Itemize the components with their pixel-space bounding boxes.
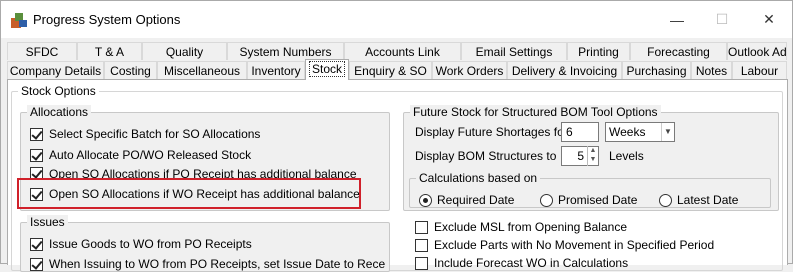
- tab-labour[interactable]: Labour: [732, 61, 787, 79]
- chevron-down-icon: ▼: [661, 123, 674, 141]
- tab-inventory[interactable]: Inventory: [247, 61, 305, 79]
- bom-structures-label: Display BOM Structures to: [415, 149, 557, 163]
- app-icon: [10, 11, 28, 29]
- system-options-window: Progress System Options — ☐ ✕ SFDC T & A…: [0, 0, 793, 272]
- issues-title: Issues: [27, 215, 68, 229]
- checkbox-checked-icon: [30, 148, 43, 162]
- issue-goods-label: Issue Goods to WO from PO Receipts: [49, 237, 252, 251]
- tab-email-settings[interactable]: Email Settings: [461, 42, 567, 60]
- stepper-arrows[interactable]: ▲ ▼: [587, 146, 598, 166]
- issue-date-label: When Issuing to WO from PO Receipts, set…: [49, 257, 385, 271]
- radio-latest-date-label: Latest Date: [677, 193, 739, 207]
- issue-goods-checkbox[interactable]: Issue Goods to WO from PO Receipts: [30, 237, 252, 251]
- tab-notes[interactable]: Notes: [691, 61, 732, 79]
- checkbox-checked-icon: [30, 237, 43, 251]
- radio-unselected-icon: [659, 193, 672, 207]
- checkbox-unchecked-icon: [415, 220, 428, 234]
- issue-date-checkbox[interactable]: When Issuing to WO from PO Receipts, set…: [30, 257, 385, 271]
- allocations-title: Allocations: [27, 105, 92, 119]
- highlight-box: [17, 178, 361, 209]
- checkbox-checked-icon: [30, 127, 43, 141]
- radio-required-date-label: Required Date: [437, 193, 515, 207]
- tab-sfdc[interactable]: SFDC: [7, 42, 77, 60]
- title-bar: Progress System Options — ☐ ✕: [1, 1, 792, 38]
- bom-levels-unit-label: Levels: [609, 149, 644, 163]
- maximize-button[interactable]: ☐: [699, 1, 745, 38]
- checkbox-checked-icon: [30, 257, 43, 271]
- tab-delivery-invoicing[interactable]: Delivery & Invoicing: [507, 61, 622, 79]
- tab-outlook-add-in[interactable]: Outlook Add-In: [727, 42, 787, 60]
- radio-unselected-icon: [540, 193, 553, 207]
- checkbox-unchecked-icon: [415, 256, 428, 270]
- tab-quality[interactable]: Quality: [142, 42, 227, 60]
- tab-stock[interactable]: Stock: [305, 59, 349, 80]
- tab-forecasting[interactable]: Forecasting: [630, 42, 727, 60]
- minimize-button[interactable]: —: [654, 1, 700, 38]
- include-forecast-wo-checkbox[interactable]: Include Forecast WO in Calculations: [415, 256, 628, 270]
- select-specific-batch-label: Select Specific Batch for SO Allocations: [49, 127, 261, 141]
- radio-selected-icon: [419, 193, 432, 207]
- bom-levels-value: 5: [577, 149, 584, 163]
- tab-company-details[interactable]: Company Details: [7, 61, 104, 79]
- exclude-msl-label: Exclude MSL from Opening Balance: [434, 220, 627, 234]
- minimize-icon: —: [670, 11, 684, 28]
- exclude-msl-checkbox[interactable]: Exclude MSL from Opening Balance: [415, 220, 627, 234]
- stepper-up-icon: ▲: [589, 147, 597, 154]
- stock-options-title: Stock Options: [18, 84, 99, 98]
- future-shortages-input[interactable]: 6: [561, 122, 599, 142]
- tab-work-orders[interactable]: Work Orders: [432, 61, 507, 79]
- tab-t-and-a[interactable]: T & A: [77, 42, 142, 60]
- tab-costing[interactable]: Costing: [104, 61, 157, 79]
- auto-allocate-checkbox[interactable]: Auto Allocate PO/WO Released Stock: [30, 148, 251, 162]
- radio-promised-date[interactable]: Promised Date: [540, 193, 637, 207]
- tab-row-1: SFDC T & A Quality System Numbers Accoun…: [7, 42, 787, 60]
- include-forecast-wo-label: Include Forecast WO in Calculations: [434, 256, 629, 270]
- tab-row-2: Company Details Costing Miscellaneous In…: [7, 59, 787, 80]
- auto-allocate-label: Auto Allocate PO/WO Released Stock: [49, 148, 252, 162]
- stepper-down-icon: ▼: [589, 156, 597, 163]
- tab-miscellaneous[interactable]: Miscellaneous: [157, 61, 247, 79]
- close-icon: ✕: [763, 11, 775, 27]
- radio-promised-date-label: Promised Date: [558, 193, 638, 207]
- shortages-unit-dropdown[interactable]: Weeks ▼: [605, 122, 675, 142]
- bom-levels-stepper[interactable]: 5 ▲ ▼: [561, 146, 599, 166]
- window-title: Progress System Options: [33, 12, 181, 27]
- tab-system-numbers[interactable]: System Numbers: [227, 42, 344, 60]
- tab-purchasing[interactable]: Purchasing: [622, 61, 691, 79]
- tab-printing[interactable]: Printing: [567, 42, 630, 60]
- close-button[interactable]: ✕: [746, 1, 792, 38]
- calculations-title: Calculations based on: [416, 171, 541, 185]
- tab-accounts-link[interactable]: Accounts Link: [344, 42, 461, 60]
- exclude-no-movement-checkbox[interactable]: Exclude Parts with No Movement in Specif…: [415, 238, 714, 252]
- maximize-icon: ☐: [715, 11, 729, 27]
- checkbox-unchecked-icon: [415, 238, 428, 252]
- tab-stock-label: Stock: [308, 61, 345, 77]
- tab-enquiry-so[interactable]: Enquiry & SO: [349, 61, 432, 79]
- future-shortages-label: Display Future Shortages for: [415, 125, 568, 139]
- shortages-unit-value: Weeks: [609, 125, 646, 139]
- select-specific-batch-checkbox[interactable]: Select Specific Batch for SO Allocations: [30, 127, 260, 141]
- radio-required-date[interactable]: Required Date: [419, 193, 514, 207]
- future-stock-title: Future Stock for Structured BOM Tool Opt…: [410, 105, 661, 119]
- exclude-no-movement-label: Exclude Parts with No Movement in Specif…: [434, 238, 715, 252]
- radio-latest-date[interactable]: Latest Date: [659, 193, 738, 207]
